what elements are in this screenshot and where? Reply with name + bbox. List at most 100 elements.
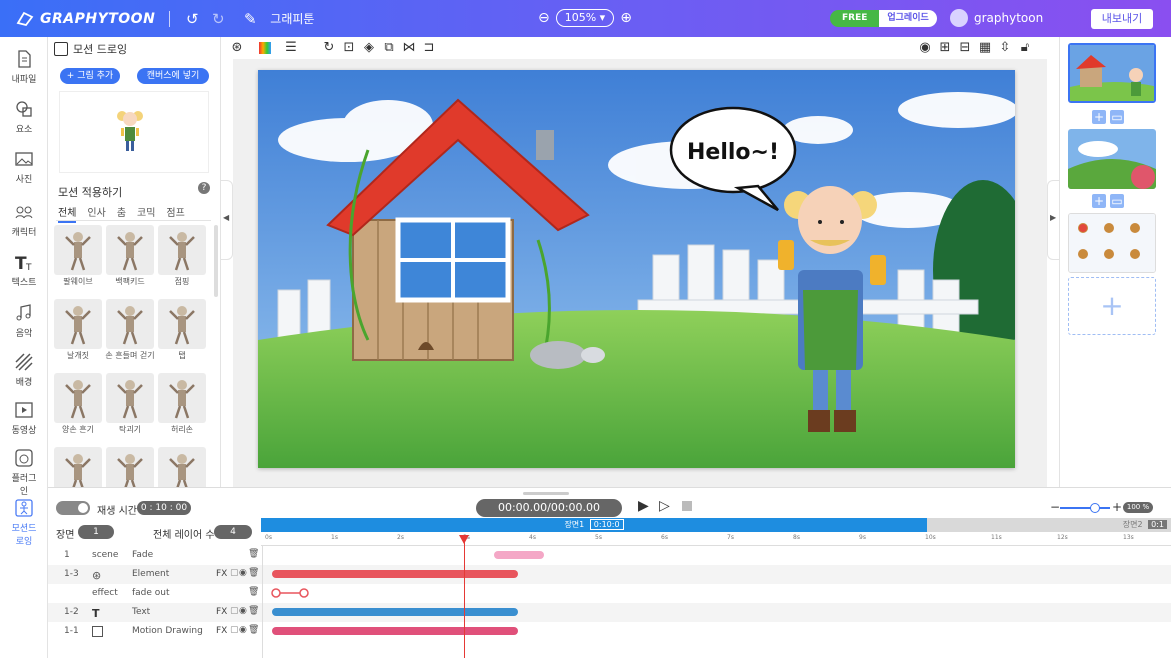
export-button[interactable]: 내보내기 — [1091, 9, 1153, 29]
layer-row-motion-drawing[interactable]: 1-1 Motion Drawing FX ▢ ◉ 🗑︎ — [48, 622, 1171, 641]
motion-thumbnail[interactable] — [158, 225, 206, 275]
copy-scene-icon[interactable]: ▭ — [1110, 110, 1124, 124]
nav-item-text[interactable]: TT 텍스트 — [0, 252, 48, 288]
add-scene-button[interactable]: + — [1068, 277, 1156, 335]
nav-item-photos[interactable]: 사진 — [0, 149, 48, 185]
motion-thumbnail[interactable] — [54, 225, 102, 275]
fx-button[interactable]: FX — [216, 607, 227, 617]
motion-thumbnail[interactable] — [158, 373, 206, 423]
scene-canvas[interactable]: Hello~! — [258, 70, 1015, 468]
edit-title-icon[interactable]: ✎ — [242, 10, 258, 28]
playhead[interactable] — [459, 535, 469, 658]
nav-item-background[interactable]: 배경 — [0, 352, 48, 388]
visibility-icon[interactable]: ◉ — [239, 606, 247, 616]
scene-thumbnail-2[interactable] — [1068, 129, 1156, 189]
nav-item-music[interactable]: 음악 — [0, 303, 48, 339]
duplicate-icon[interactable]: ⧉ — [381, 40, 397, 56]
distribute-icon[interactable]: ⇳ — [997, 40, 1013, 56]
motion-thumbnail[interactable] — [158, 299, 206, 349]
layer-track — [264, 603, 1171, 622]
layer-row-scene[interactable]: 1 scene Fade 🗑︎ — [48, 546, 1171, 565]
nav-item-plugin[interactable]: 플러그인 — [0, 448, 48, 497]
motion-thumbnail[interactable] — [54, 299, 102, 349]
undo-icon[interactable]: ↺ — [184, 10, 200, 28]
nav-item-video[interactable]: 동영상 — [0, 400, 48, 436]
add-scene-after-icon[interactable]: + — [1092, 110, 1106, 124]
play-time-toggle[interactable] — [56, 501, 90, 515]
fx-button[interactable]: FX — [216, 569, 227, 579]
play-time-value[interactable]: 0 : 10 : 00 — [137, 501, 191, 515]
add-scene-after-icon[interactable]: + — [1092, 194, 1106, 208]
fx-button[interactable]: FX — [216, 626, 227, 636]
nav-item-motion-drawing[interactable]: 모션드로잉 — [0, 498, 48, 547]
visibility-icon[interactable]: ◉ — [239, 625, 247, 635]
time-ruler[interactable]: 0s1s2s3s4s5s6s7s8s9s10s11s12s13s — [261, 532, 1171, 546]
scene-thumbnail-3[interactable] — [1068, 213, 1156, 273]
motion-thumbnail[interactable] — [106, 373, 154, 423]
arrange-icon[interactable]: ⊟ — [957, 40, 973, 56]
help-icon[interactable]: ? — [198, 182, 210, 194]
toggle-view-icon[interactable]: ◉ — [917, 40, 933, 56]
motion-thumbnail[interactable] — [106, 225, 154, 275]
user-menu[interactable]: graphytoon — [950, 9, 1043, 27]
copy-scene-icon[interactable]: ▭ — [1110, 194, 1124, 208]
scrollbar[interactable] — [214, 225, 218, 297]
zoom-select[interactable]: 105% ▾ — [555, 9, 615, 27]
align-icon[interactable]: ☰ — [283, 40, 299, 56]
user-name: graphytoon — [974, 11, 1044, 25]
rotate-icon[interactable]: ↻ — [321, 40, 337, 56]
scene-1-bar[interactable]: 장면1 0:10:0 — [261, 518, 927, 532]
fade-bar[interactable] — [494, 551, 544, 559]
play-from-start-icon[interactable]: ▷ — [659, 498, 670, 514]
resize-handle[interactable] — [523, 492, 569, 495]
crop-icon[interactable]: ⊐ — [421, 40, 437, 56]
color-palette-icon[interactable] — [257, 40, 273, 56]
element-bar[interactable] — [272, 570, 518, 578]
collapse-left-panel[interactable]: ◀ — [221, 180, 233, 260]
nav-item-my-files[interactable]: 내파일 — [0, 49, 48, 85]
layer-row-text[interactable]: 1-2 T Text FX ▢ ◉ 🗑︎ — [48, 603, 1171, 622]
speech-text[interactable]: Hello~! — [687, 140, 779, 165]
trash-icon[interactable]: 🗑︎ — [248, 625, 259, 635]
zoom-out-icon[interactable]: ⊖ — [538, 10, 550, 26]
layer-row-effect[interactable]: effect fade out 🗑︎ — [48, 584, 1171, 603]
scene-thumbnail-1[interactable] — [1068, 43, 1156, 103]
nav-item-elements[interactable]: 요소 — [0, 99, 48, 135]
flip-icon[interactable]: ⋈ — [401, 40, 417, 56]
nav-item-characters[interactable]: 캐릭터 — [0, 202, 48, 238]
transparency-icon[interactable]: ▦ — [977, 40, 993, 56]
lock-icon[interactable]: ▢ — [230, 606, 239, 616]
motion-thumbnail[interactable] — [106, 299, 154, 349]
resize-icon[interactable]: ⊡ — [341, 40, 357, 56]
lock-icon[interactable]: 🔓︎ — [1017, 40, 1033, 56]
group-icon[interactable]: ⊞ — [937, 40, 953, 56]
trash-icon[interactable]: 🗑︎ — [248, 549, 259, 559]
brand-logo[interactable]: GRAPHYTOON — [16, 11, 155, 27]
stop-icon[interactable] — [682, 501, 692, 511]
visibility-icon[interactable]: ◉ — [239, 568, 247, 578]
timeline-zoom-slider[interactable] — [1060, 503, 1110, 513]
redo-icon[interactable]: ↻ — [210, 10, 226, 28]
motion-drawing-bar[interactable] — [272, 627, 518, 635]
text-bar[interactable] — [272, 608, 518, 616]
zoom-in-icon[interactable]: + — [1112, 500, 1122, 514]
scene-2-bar[interactable]: 장면2 0:1 — [927, 518, 1171, 532]
upgrade-button[interactable]: 업그레이드 — [879, 10, 937, 27]
zoom-in-icon[interactable]: ⊕ — [620, 10, 632, 26]
trash-icon[interactable]: 🗑︎ — [248, 568, 259, 578]
layer-mode-icon[interactable]: ⊛ — [229, 40, 245, 56]
lock-icon[interactable]: ▢ — [230, 625, 239, 635]
collapse-right-panel[interactable]: ▶ — [1047, 180, 1059, 260]
layers-icon[interactable]: ◈ — [361, 40, 377, 56]
trash-icon[interactable]: 🗑︎ — [248, 587, 259, 597]
play-icon[interactable]: ▶ — [638, 498, 649, 514]
trash-icon[interactable]: 🗑︎ — [248, 606, 259, 616]
zoom-out-icon[interactable]: − — [1050, 500, 1060, 514]
layer-row-element[interactable]: 1-3 ⊛ Element FX ▢ ◉ 🗑︎ — [48, 565, 1171, 584]
add-image-button[interactable]: + 그림 추가 — [60, 68, 120, 84]
motion-thumbnail[interactable] — [54, 373, 102, 423]
lock-icon[interactable]: ▢ — [230, 568, 239, 578]
effect-keyframes[interactable] — [264, 584, 324, 603]
document-title[interactable]: 그래피툰 — [270, 10, 314, 27]
insert-canvas-button[interactable]: 캔버스에 넣기 — [137, 68, 209, 84]
